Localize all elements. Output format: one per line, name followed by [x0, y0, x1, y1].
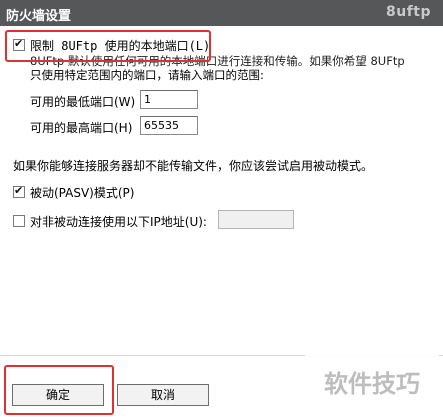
ok-button[interactable]: 确定	[12, 384, 104, 406]
pasv-label[interactable]: 被动(PASV)模式(P)	[30, 184, 134, 201]
window-title: 防火墙设置	[6, 9, 72, 24]
pasv-hint-text: 如果你能够连接服务器却不能传输文件，你应该尝试启用被动模式。	[13, 159, 374, 173]
title-bar: 防火墙设置 8uftp	[0, 0, 443, 26]
cancel-button[interactable]: 取消	[117, 384, 209, 406]
restrict-ports-description-line2: 只使用特定范围内的端口，请输入端口的范围:	[30, 68, 264, 82]
watermark: 软件技巧	[305, 352, 439, 416]
non-pasv-ip-input[interactable]	[218, 210, 294, 229]
brand-logo: 8uftp	[385, 4, 431, 20]
restrict-ports-label[interactable]: 限制 8UFtp 使用的本地端口(L)	[30, 37, 210, 54]
restrict-ports-checkbox[interactable]	[13, 37, 25, 51]
non-pasv-ip-label[interactable]: 对非被动连接使用以下IP地址(U):	[30, 213, 207, 230]
max-port-input[interactable]: 65535	[140, 116, 198, 135]
min-port-input[interactable]: 1	[140, 90, 198, 109]
max-port-label: 可用的最高端口(H)	[30, 121, 133, 135]
min-port-label: 可用的最低端口(W)	[30, 95, 136, 109]
non-pasv-ip-checkbox[interactable]	[13, 215, 25, 227]
pasv-checkbox[interactable]	[13, 184, 25, 198]
